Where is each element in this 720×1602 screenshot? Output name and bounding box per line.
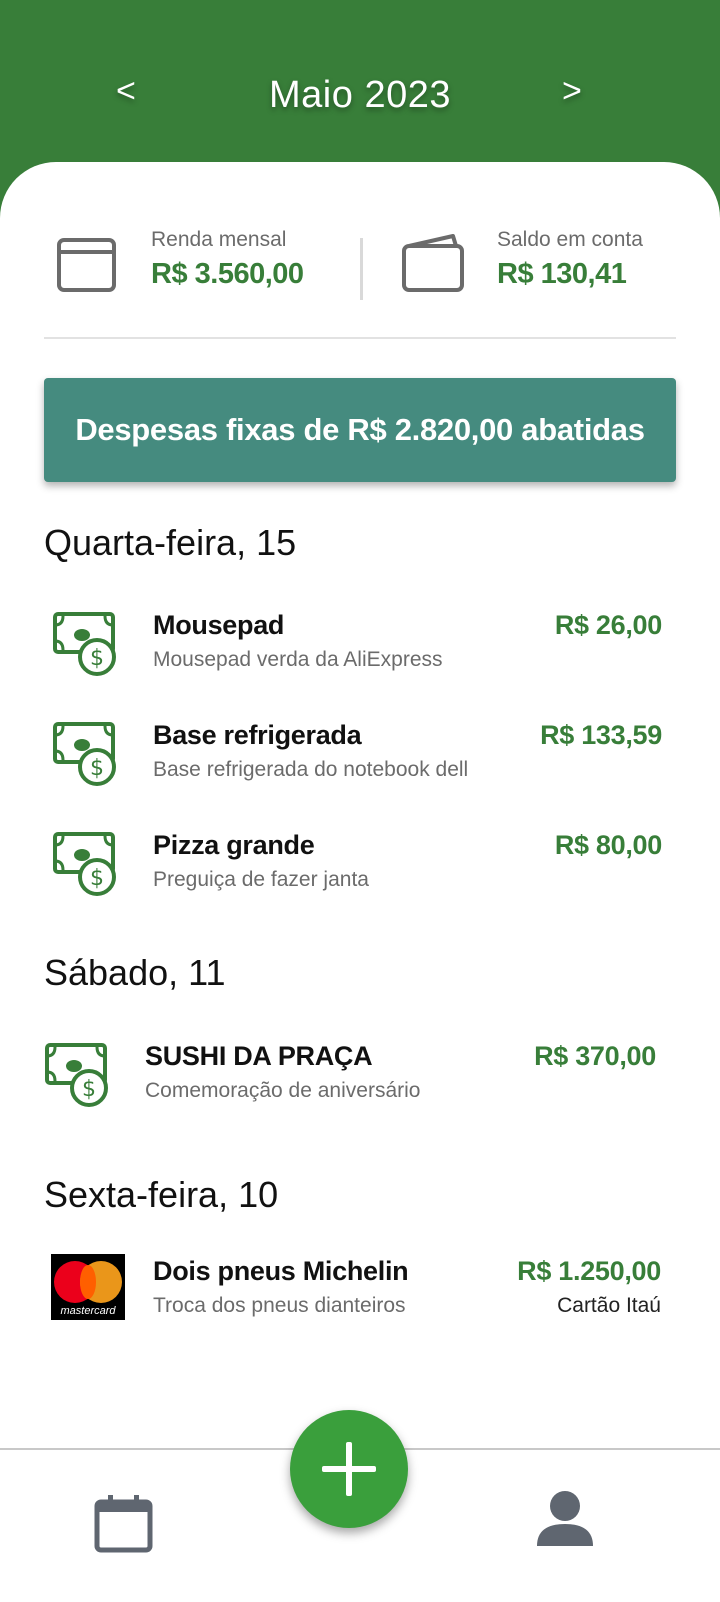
- svg-text:$: $: [90, 756, 104, 781]
- person-icon[interactable]: [534, 1488, 596, 1550]
- transaction-title: Base refrigerada: [153, 720, 362, 750]
- section-divider: [44, 337, 676, 339]
- transaction-amount: R$ 370,00: [534, 1041, 656, 1071]
- cash-icon: $: [53, 722, 116, 786]
- previous-month-button[interactable]: <: [116, 72, 136, 111]
- month-navigator: < Maio 2023 >: [0, 62, 720, 128]
- day-heading: Quarta-feira, 15: [44, 522, 297, 563]
- transaction-title: Mousepad: [153, 610, 285, 640]
- transaction-amount: R$ 26,00: [554, 610, 662, 640]
- transaction-description: Preguiça de fazer janta: [153, 868, 369, 891]
- cash-icon: $: [53, 832, 116, 896]
- transaction-row[interactable]: $ Pizza grande Preguiça de fazer janta R…: [0, 826, 720, 912]
- transaction-row[interactable]: mastercard Dois pneus Michelin Troca dos…: [0, 1252, 720, 1338]
- svg-text:$: $: [82, 1077, 96, 1102]
- transaction-title: SUSHI DA PRAÇA: [145, 1041, 373, 1071]
- transaction-row[interactable]: $ SUSHI DA PRAÇA Comemoração de aniversá…: [0, 1037, 720, 1123]
- next-month-button[interactable]: >: [562, 72, 582, 111]
- transaction-description: Troca dos pneus dianteiros: [153, 1294, 406, 1317]
- transaction-description: Mousepad verda da AliExpress: [153, 648, 443, 671]
- mastercard-icon: mastercard: [51, 1254, 125, 1320]
- card-icon: [57, 238, 116, 292]
- day-heading: Sexta-feira, 10: [44, 1174, 279, 1215]
- month-title: Maio 2023: [269, 73, 451, 116]
- wallet-icon: [402, 234, 464, 292]
- calendar-icon[interactable]: [93, 1492, 155, 1554]
- fixed-expenses-banner[interactable]: Despesas fixas de R$ 2.820,00 abatidas: [44, 378, 676, 482]
- income-label: Renda mensal: [151, 228, 287, 251]
- income-value: R$ 3.560,00: [151, 258, 304, 290]
- cash-icon: $: [45, 1043, 108, 1107]
- mastercard-logo-text: mastercard: [60, 1305, 116, 1317]
- day-heading: Sábado, 11: [44, 952, 226, 993]
- transaction-title: Pizza grande: [153, 830, 315, 860]
- transaction-description: Comemoração de aniversário: [145, 1079, 421, 1102]
- payment-method: Cartão Itaú: [557, 1294, 661, 1317]
- transaction-amount: R$ 80,00: [554, 830, 662, 860]
- balance-label: Saldo em conta: [497, 228, 643, 251]
- summary-divider: [360, 238, 363, 300]
- transaction-row[interactable]: $ Mousepad Mousepad verda da AliExpress …: [0, 606, 720, 692]
- transaction-row[interactable]: $ Base refrigerada Base refrigerada do n…: [0, 716, 720, 802]
- svg-text:$: $: [90, 646, 104, 671]
- svg-text:$: $: [90, 866, 104, 891]
- transaction-amount: R$ 1.250,00: [517, 1256, 661, 1286]
- summary-panel: Renda mensal R$ 3.560,00 Saldo em conta …: [0, 228, 720, 318]
- add-transaction-button[interactable]: [290, 1410, 408, 1528]
- transaction-title: Dois pneus Michelin: [153, 1256, 409, 1286]
- plus-icon: [322, 1442, 376, 1496]
- transaction-description: Base refrigerada do notebook dell: [153, 758, 469, 781]
- transaction-amount: R$ 133,59: [540, 720, 662, 750]
- balance-value: R$ 130,41: [497, 258, 627, 290]
- cash-icon: $: [53, 612, 116, 676]
